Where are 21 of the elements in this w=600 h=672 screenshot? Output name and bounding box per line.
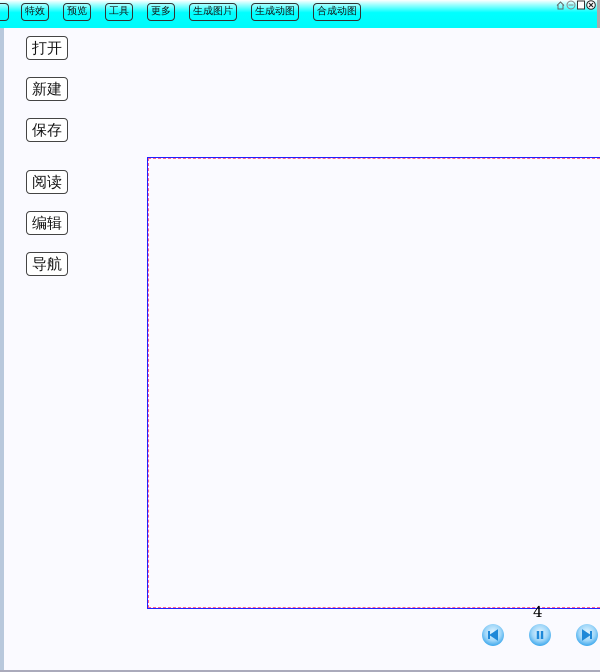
toolbar-button[interactable]: 特效 xyxy=(21,3,49,21)
sidebar-button[interactable]: 保存 xyxy=(26,118,68,142)
previous-icon[interactable] xyxy=(481,623,505,647)
sidebar-button[interactable]: 阅读 xyxy=(26,170,68,194)
toolbar-button-edge[interactable] xyxy=(0,3,9,21)
toolbar-button[interactable]: 生成图片 xyxy=(189,3,237,21)
sidebar-button[interactable]: 导航 xyxy=(26,252,68,276)
home-icon[interactable] xyxy=(556,0,565,10)
toolbar-button[interactable]: 合成动图 xyxy=(313,3,361,21)
maximize-icon[interactable] xyxy=(577,0,585,10)
page-number: 4 xyxy=(533,603,543,621)
toolbar-button[interactable]: 工具 xyxy=(105,3,133,21)
toolbar-button[interactable]: 更多 xyxy=(147,3,175,21)
sidebar-button[interactable]: 新建 xyxy=(26,77,68,101)
toolbar-button[interactable]: 生成动图 xyxy=(251,3,299,21)
next-icon[interactable] xyxy=(575,623,599,647)
sidebar-button[interactable]: 编辑 xyxy=(26,211,68,235)
sidebar-button[interactable]: 打开 xyxy=(26,36,68,60)
pause-icon[interactable] xyxy=(528,623,552,647)
close-icon[interactable] xyxy=(586,0,596,10)
toolbar-button[interactable]: 预览 xyxy=(63,3,91,21)
